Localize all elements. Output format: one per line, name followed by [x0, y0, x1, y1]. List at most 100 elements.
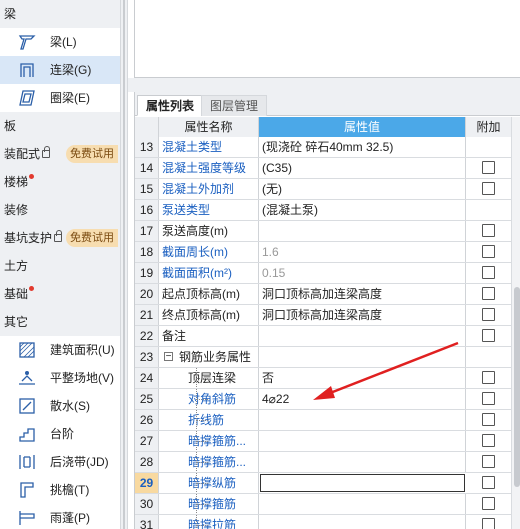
table-row[interactable]: 23− 钢筋业务属性 [135, 347, 511, 368]
property-value[interactable] [259, 494, 466, 514]
tree-item-building-area[interactable]: 建筑面积(U) [0, 336, 120, 364]
tree-item-coupling-beam[interactable]: 连梁(G) [0, 56, 120, 84]
table-row[interactable]: 27 暗撑箍筋... [135, 431, 511, 452]
table-row[interactable]: 26 折线筋 [135, 410, 511, 431]
extra-checkbox[interactable] [482, 308, 495, 321]
property-value[interactable]: (无) [259, 179, 466, 199]
property-value[interactable] [259, 515, 466, 529]
property-value[interactable] [259, 347, 466, 367]
extra-checkbox[interactable] [482, 287, 495, 300]
tree-item-cornice-label: 挑檐(T) [50, 483, 90, 497]
category-other[interactable]: 其它 [0, 308, 120, 336]
category-assembly[interactable]: 装配式 免费试用 [0, 140, 120, 168]
category-other-label: 其它 [4, 315, 29, 329]
property-value[interactable]: (C35) [259, 158, 466, 178]
extra-cell [466, 473, 511, 493]
property-value[interactable]: (混凝土泵) [259, 200, 466, 220]
extra-checkbox[interactable] [482, 182, 495, 195]
free-trial-badge[interactable]: 免费试用 [66, 229, 118, 247]
extra-cell [466, 410, 511, 430]
table-row[interactable]: 28 暗撑箍筋... [135, 452, 511, 473]
tree-item-beam[interactable]: 梁(L) [0, 28, 120, 56]
table-row[interactable]: 20 起点顶标高(m) 洞口顶标高加连梁高度 [135, 284, 511, 305]
extra-cell [466, 158, 511, 178]
row-number: 22 [135, 326, 159, 346]
extra-cell [466, 179, 511, 199]
extra-checkbox[interactable] [482, 245, 495, 258]
property-value[interactable]: 洞口顶标高加连梁高度 [259, 284, 466, 304]
collapse-icon[interactable]: − [164, 352, 173, 362]
table-row[interactable]: 19 截面面积(m²) 0.15 [135, 263, 511, 284]
extra-checkbox[interactable] [482, 497, 495, 510]
row-number: 25 [135, 389, 159, 409]
table-row[interactable]: 31 暗撑拉筋 [135, 515, 511, 529]
property-value-input[interactable] [260, 474, 465, 492]
row-number: 16 [135, 200, 159, 220]
property-value[interactable] [259, 221, 466, 241]
property-value[interactable]: (现浇砼 碎石40mm 32.5) [259, 137, 466, 157]
property-value[interactable] [259, 431, 466, 451]
extra-checkbox[interactable] [482, 371, 495, 384]
table-row[interactable]: 18 截面周长(m) 1.6 [135, 242, 511, 263]
extra-checkbox[interactable] [482, 392, 495, 405]
table-row[interactable]: 15 混凝土外加剂 (无) [135, 179, 511, 200]
tree-item-canopy[interactable]: 雨蓬(P) [0, 504, 120, 529]
table-row[interactable]: 22 备注 [135, 326, 511, 347]
tree-item-steps[interactable]: 台阶 [0, 420, 120, 448]
tree-item-site-leveling[interactable]: 平整场地(V) [0, 364, 120, 392]
property-value[interactable]: 0.15 [259, 263, 466, 283]
tree-item-cornice[interactable]: 挑檐(T) [0, 476, 120, 504]
property-value[interactable]: 1.6 [259, 242, 466, 262]
extra-checkbox[interactable] [482, 413, 495, 426]
category-earthwork[interactable]: 土方 [0, 252, 120, 280]
table-row[interactable]: 21 终点顶标高(m) 洞口顶标高加连梁高度 [135, 305, 511, 326]
category-pit-support[interactable]: 基坑支护 免费试用 [0, 224, 120, 252]
property-value[interactable]: 否 [259, 368, 466, 388]
tree-item-apron[interactable]: 散水(S) [0, 392, 120, 420]
extra-checkbox[interactable] [482, 266, 495, 279]
table-row[interactable]: 14 混凝土强度等级 (C35) [135, 158, 511, 179]
tree-item-ring-beam-label: 圈梁(E) [50, 91, 90, 105]
row-number: 13 [135, 137, 159, 157]
property-value[interactable] [259, 326, 466, 346]
lock-icon [54, 229, 63, 242]
extra-checkbox[interactable] [482, 224, 495, 237]
extra-checkbox[interactable] [482, 329, 495, 342]
extra-checkbox[interactable] [482, 455, 495, 468]
table-row[interactable]: 24 顶层连梁否 [135, 368, 511, 389]
extra-checkbox[interactable] [482, 434, 495, 447]
tree-item-site-leveling-label: 平整场地(V) [50, 371, 114, 385]
table-row[interactable]: 30 暗撑箍筋 [135, 494, 511, 515]
scrollbar-thumb[interactable] [514, 287, 520, 487]
category-beam[interactable]: 梁 [0, 0, 120, 28]
property-value[interactable] [259, 452, 466, 472]
tab-property-list[interactable]: 属性列表 [137, 95, 204, 116]
row-number: 28 [135, 452, 159, 472]
tree-branch [196, 483, 208, 484]
property-grid-scrollbar[interactable] [511, 117, 520, 529]
tab-layer-management[interactable]: 图层管理 [201, 95, 268, 116]
table-row[interactable]: 13 混凝土类型 (现浇砼 碎石40mm 32.5) [135, 137, 511, 158]
property-value[interactable]: 洞口顶标高加连梁高度 [259, 305, 466, 325]
extra-checkbox[interactable] [482, 476, 495, 489]
category-foundation-label: 基础 [4, 287, 29, 301]
category-decoration[interactable]: 装修 [0, 196, 120, 224]
panel-splitter[interactable] [120, 0, 128, 529]
table-row[interactable]: 16 泵送类型 (混凝土泵) [135, 200, 511, 221]
extra-checkbox[interactable] [482, 161, 495, 174]
row-number: 18 [135, 242, 159, 262]
property-value[interactable]: 4⌀22 [259, 389, 466, 409]
category-slab[interactable]: 板 [0, 112, 120, 140]
tree-item-ring-beam[interactable]: 圈梁(E) [0, 84, 120, 112]
table-row[interactable]: 29 暗撑纵筋 [135, 473, 511, 494]
canopy-icon [19, 511, 35, 525]
component-tree-panel: 梁 梁(L) 连梁(G) 圈梁(E) 板 装配式 免费试用 楼梯 装修 基坑支护… [0, 0, 120, 529]
category-stairs[interactable]: 楼梯 [0, 168, 120, 196]
category-foundation[interactable]: 基础 [0, 280, 120, 308]
extra-checkbox[interactable] [482, 518, 495, 529]
table-row[interactable]: 25 对角斜筋 4⌀22 [135, 389, 511, 410]
tree-item-post-pour-strip[interactable]: 后浇带(JD) [0, 448, 120, 476]
property-value[interactable] [259, 410, 466, 430]
table-row[interactable]: 17 泵送高度(m) [135, 221, 511, 242]
free-trial-badge[interactable]: 免费试用 [66, 145, 118, 163]
